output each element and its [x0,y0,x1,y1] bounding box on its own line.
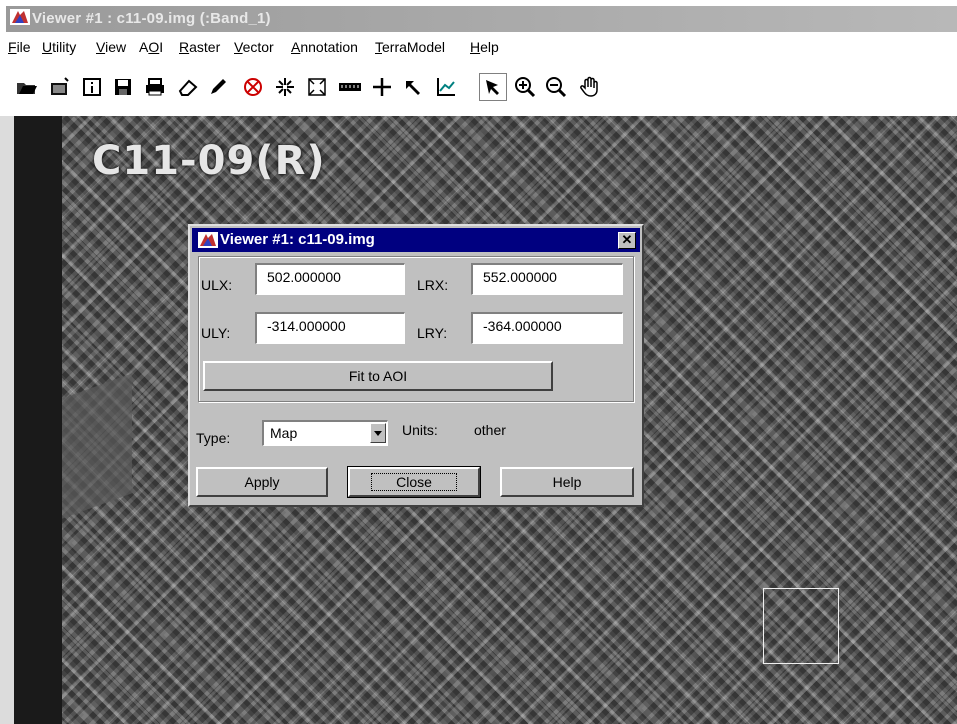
scan-edge-light [0,116,14,724]
pan-hand-icon[interactable] [577,74,603,100]
close-icon[interactable]: ✕ [618,232,636,249]
window-title: Viewer #1 : c11-09.img (:Band_1) [32,10,271,27]
fit-to-aoi-button[interactable]: Fit to AOI [203,361,553,391]
dialog-app-icon [198,232,218,248]
ulx-label: ULX: [201,277,233,293]
pick-icon[interactable] [401,74,427,100]
menu-annotation[interactable]: Annotation [291,39,358,55]
chevron-down-icon[interactable] [370,423,386,443]
lry-field[interactable]: -364.000000 [471,312,623,344]
save-icon[interactable] [110,74,136,100]
apply-button[interactable]: Apply [196,467,328,497]
menu-terramodel[interactable]: TerraModel [375,39,445,55]
ulx-field[interactable]: 502.000000 [255,263,405,295]
profile-icon[interactable] [433,74,459,100]
eraser-icon[interactable] [175,74,201,100]
menu-help[interactable]: Help [470,39,499,55]
help-button[interactable]: Help [500,467,634,497]
select-arrow-icon[interactable] [479,73,507,101]
units-value: other [474,422,506,438]
lrx-label: LRX: [417,277,449,293]
info-icon[interactable] [79,74,105,100]
aerial-field-patch [62,373,132,519]
uly-field[interactable]: -314.000000 [255,312,405,344]
dialog-title-bar[interactable]: Viewer #1: c11-09.img ✕ [192,228,640,252]
zoom-out-icon[interactable] [543,74,569,100]
scan-edge-dark [14,116,62,724]
imagine-app-icon [10,9,30,25]
menu-aoi[interactable]: AOI [139,39,163,55]
crosshair-icon[interactable] [369,74,395,100]
menu-view[interactable]: View [96,39,126,55]
lrx-field[interactable]: 552.000000 [471,263,623,295]
dialog-title: Viewer #1: c11-09.img [220,231,375,248]
menu-file[interactable]: File [8,39,31,55]
type-select[interactable]: Map [262,420,388,446]
menu-vector[interactable]: Vector [234,39,274,55]
type-select-value: Map [270,425,298,441]
ruler-icon[interactable] [337,74,363,100]
zoom-extent-icon[interactable] [272,74,298,100]
zoom-in-icon[interactable] [512,74,538,100]
menu-bar: File Utility View AOI Raster Vector Anno… [0,36,957,58]
menu-utility[interactable]: Utility [42,39,76,55]
print-icon[interactable] [142,74,168,100]
extent-groupbox: ULX: 502.000000 LRX: 552.000000 ULY: -31… [198,256,634,402]
menu-raster[interactable]: Raster [179,39,220,55]
photo-frame-label: C11-09(R) [92,138,326,184]
units-label: Units: [402,422,438,438]
close-button[interactable]: Close [347,466,481,498]
open-folder-icon[interactable] [14,74,40,100]
uly-label: ULY: [201,325,231,341]
lry-label: LRY: [417,325,448,341]
new-viewer-icon[interactable] [47,74,73,100]
measure-target-icon[interactable] [240,74,266,100]
aoi-box[interactable] [763,588,839,664]
type-label: Type: [196,430,231,446]
pencil-icon[interactable] [206,74,232,100]
main-title-bar: Viewer #1 : c11-09.img (:Band_1) [0,0,957,36]
viewer-extent-dialog: Viewer #1: c11-09.img ✕ ULX: 502.000000 … [188,224,644,507]
fit-frame-icon[interactable] [304,74,330,100]
close-button-label: Close [371,473,457,491]
toolbar [0,58,957,116]
